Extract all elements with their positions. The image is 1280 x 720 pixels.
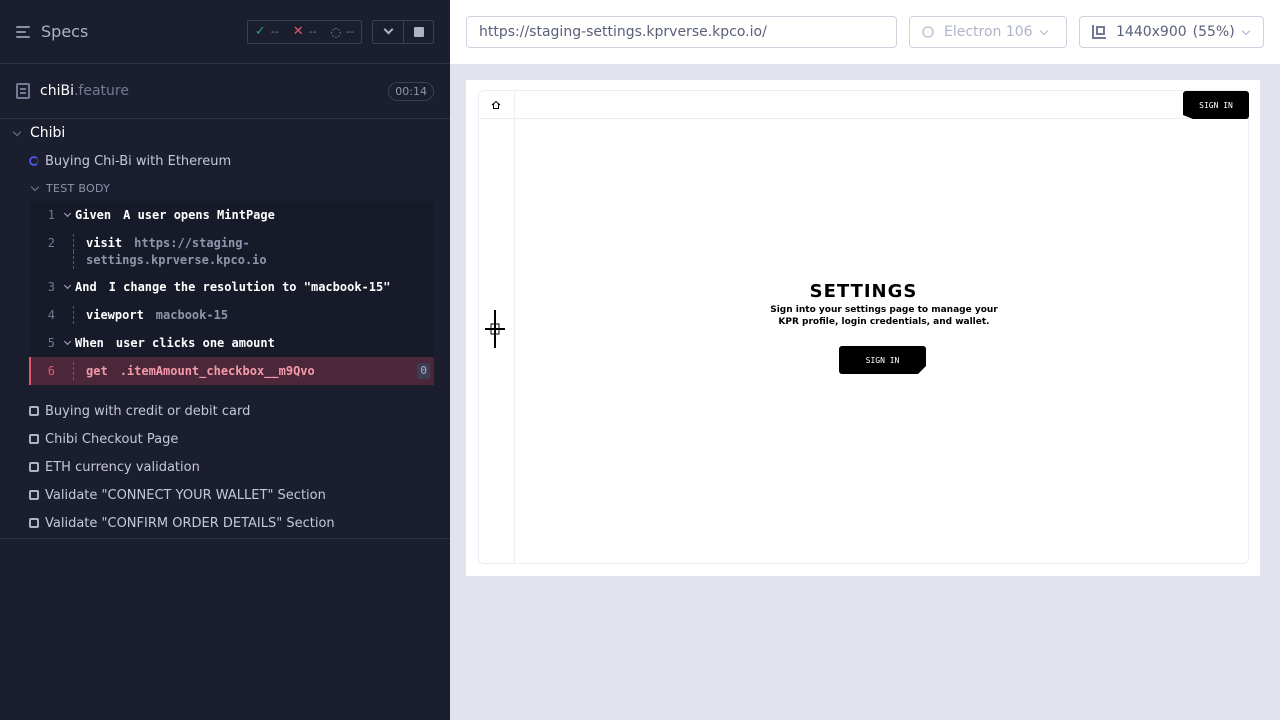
command-text: I change the resolution to "macbook-15" bbox=[108, 280, 391, 294]
chevron-down-icon bbox=[59, 334, 75, 352]
suite-row[interactable]: Chibi bbox=[0, 119, 450, 147]
pending-square-icon bbox=[29, 406, 39, 416]
url-bar[interactable]: https://staging-settings.kprverse.kpco.i… bbox=[466, 16, 897, 48]
check-icon: ✓ bbox=[254, 24, 266, 39]
chevron-down-icon bbox=[30, 182, 40, 191]
test-title: Validate "CONFIRM ORDER DETAILS" Section bbox=[45, 515, 335, 531]
aut-header: https://staging-settings.kprverse.kpco.i… bbox=[450, 0, 1280, 64]
running-spinner-icon bbox=[29, 156, 39, 166]
reporter-header: Specs ✓ -- ✕ -- ◌ -- bbox=[0, 0, 450, 64]
command-log: 1 Given A user opens MintPage 2 visit ht… bbox=[29, 201, 434, 385]
chevron-down-icon bbox=[59, 206, 75, 224]
command-value: https://staging- bbox=[134, 236, 250, 250]
browser-label: Electron 106 bbox=[944, 24, 1033, 40]
failed-stat: ✕ -- bbox=[286, 24, 324, 39]
test-row[interactable]: Buying with credit or debit card bbox=[0, 397, 450, 425]
pending-square-icon bbox=[29, 462, 39, 472]
suite-title: Chibi bbox=[30, 125, 66, 141]
test-body-toggle[interactable]: TEST BODY bbox=[0, 175, 450, 201]
site-navbar bbox=[479, 91, 1248, 119]
command-text: A user opens MintPage bbox=[123, 208, 275, 222]
signin-nav-button[interactable]: SIGN IN bbox=[1183, 91, 1249, 119]
run-controls bbox=[372, 19, 434, 44]
test-row[interactable]: Chibi Checkout Page bbox=[0, 425, 450, 453]
command-text: user clicks one amount bbox=[115, 336, 275, 350]
command-row[interactable]: 4 viewport macbook-15 bbox=[29, 301, 434, 329]
command-value: .itemAmount_checkbox__m9Qvo bbox=[119, 364, 315, 378]
command-number: 4 bbox=[47, 308, 55, 322]
pending-count: -- bbox=[346, 25, 354, 38]
spec-duration: 00:14 bbox=[388, 81, 434, 101]
command-number: 3 bbox=[47, 280, 55, 294]
chevron-down-icon bbox=[12, 127, 22, 136]
test-title: Chibi Checkout Page bbox=[45, 431, 179, 447]
home-icon[interactable] bbox=[491, 100, 501, 110]
spec-name: chiBi bbox=[40, 83, 74, 99]
command-keyword: And bbox=[75, 280, 97, 294]
test-row[interactable]: ETH currency validation bbox=[0, 453, 450, 481]
pending-square-icon bbox=[29, 518, 39, 528]
site-page: SIGN IN SETTINGS Sign into your settings… bbox=[478, 90, 1249, 564]
collapse-button[interactable] bbox=[373, 21, 403, 43]
command-keyword: viewport bbox=[86, 308, 144, 322]
chevron-down-icon bbox=[59, 278, 75, 296]
command-number: 6 bbox=[47, 364, 55, 378]
command-row[interactable]: 1 Given A user opens MintPage bbox=[29, 201, 434, 229]
test-title: ETH currency validation bbox=[45, 459, 200, 475]
command-row[interactable]: 3 And I change the resolution to "macboo… bbox=[29, 273, 434, 301]
failed-command-row[interactable]: 6 get .itemAmount_checkbox__m9Qvo 0 bbox=[29, 357, 434, 385]
spec-extension: .feature bbox=[73, 83, 129, 99]
failed-count: -- bbox=[308, 25, 317, 38]
divider bbox=[0, 538, 450, 539]
chevron-down-icon bbox=[383, 24, 393, 35]
settings-title: SETTINGS bbox=[809, 281, 918, 302]
viewport-dimensions: 1440x900 bbox=[1116, 24, 1187, 40]
command-row[interactable]: 5 When user clicks one amount bbox=[29, 329, 434, 357]
command-keyword: Given bbox=[75, 208, 112, 222]
aut-iframe: SIGN IN SETTINGS Sign into your settings… bbox=[466, 80, 1260, 576]
crosshair-cursor-icon bbox=[485, 310, 505, 348]
pending-square-icon bbox=[29, 434, 39, 444]
test-title: Buying with credit or debit card bbox=[45, 403, 251, 419]
viewport-icon bbox=[1092, 25, 1106, 39]
pending-icon: ◌ bbox=[330, 24, 342, 39]
stop-icon bbox=[413, 26, 424, 37]
test-row[interactable]: Validate "CONFIRM ORDER DETAILS" Section bbox=[0, 509, 450, 537]
browser-selector[interactable]: Electron 106 bbox=[909, 16, 1067, 48]
passed-count: -- bbox=[270, 25, 279, 38]
running-test-row[interactable]: Buying Chi-Bi with Ethereum bbox=[0, 147, 450, 175]
specs-title[interactable]: Specs bbox=[41, 22, 88, 41]
reporter-panel: Specs ✓ -- ✕ -- ◌ -- chiBi .feature 00:14 bbox=[0, 0, 450, 720]
x-icon: ✕ bbox=[292, 24, 304, 39]
electron-icon bbox=[922, 26, 934, 38]
stop-button[interactable] bbox=[403, 20, 433, 43]
element-count-badge: 0 bbox=[417, 363, 430, 379]
command-keyword: visit bbox=[86, 236, 123, 250]
test-stats: ✓ -- ✕ -- ◌ -- bbox=[246, 19, 362, 44]
specs-list-icon[interactable] bbox=[16, 25, 32, 39]
command-value-cont: settings.kprverse.kpco.io bbox=[86, 253, 267, 267]
document-icon bbox=[16, 83, 30, 99]
running-test-title: Buying Chi-Bi with Ethereum bbox=[45, 153, 232, 169]
test-body-label: TEST BODY bbox=[46, 181, 111, 195]
spec-file-row[interactable]: chiBi .feature 00:14 bbox=[0, 64, 450, 119]
command-number: 5 bbox=[47, 336, 55, 350]
command-keyword: When bbox=[75, 336, 104, 350]
test-title: Validate "CONNECT YOUR WALLET" Section bbox=[45, 487, 326, 503]
chevron-down-icon bbox=[1039, 26, 1048, 35]
test-row[interactable]: Validate "CONNECT YOUR WALLET" Section bbox=[0, 481, 450, 509]
pending-square-icon bbox=[29, 490, 39, 500]
signin-button[interactable]: SIGN IN bbox=[839, 346, 926, 374]
viewport-selector[interactable]: 1440x900 (55%) bbox=[1079, 16, 1264, 48]
command-number: 1 bbox=[47, 208, 55, 222]
command-keyword: get bbox=[86, 364, 108, 378]
command-number: 2 bbox=[47, 236, 55, 250]
command-value: macbook-15 bbox=[155, 308, 229, 322]
passed-stat: ✓ -- bbox=[248, 24, 286, 39]
viewport-scale: (55%) bbox=[1192, 24, 1235, 40]
settings-description: Sign into your settings page to manage y… bbox=[770, 305, 998, 327]
chevron-down-icon bbox=[1241, 26, 1250, 35]
pending-stat: ◌ -- bbox=[324, 25, 361, 39]
